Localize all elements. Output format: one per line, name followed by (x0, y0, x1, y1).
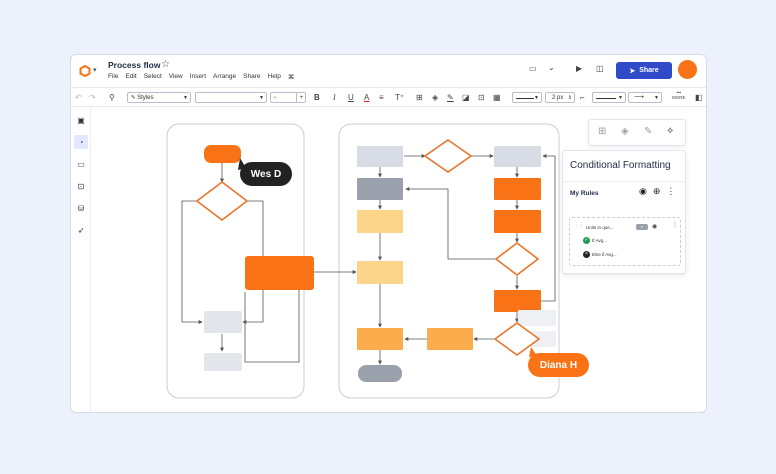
add-rule-icon[interactable]: ⊕ (653, 186, 661, 197)
eye-icon[interactable]: ◉ (652, 223, 657, 230)
close-icon: × (583, 251, 590, 258)
divider (563, 181, 685, 182)
connector[interactable] (540, 154, 556, 302)
collaborator-name: Diana H (539, 359, 578, 371)
magic-wand-icon[interactable]: ✧ (666, 126, 674, 137)
decision-diamond[interactable] (423, 139, 473, 173)
process-box[interactable] (494, 290, 541, 312)
rule-name: Units in que... (586, 225, 614, 230)
process-box[interactable] (357, 178, 403, 200)
rule-card[interactable]: ⋮⋮ Units in que... ▪▪ ◉ ⋮ ✓ If Avg... × … (569, 217, 681, 266)
shape-options-icon[interactable]: ⊞ (598, 126, 606, 137)
start-terminator[interactable] (204, 145, 241, 163)
fill-color-icon[interactable]: ◈ (621, 126, 629, 137)
collaborator-cursor-diana: Diana H (528, 353, 589, 377)
process-box[interactable] (204, 311, 242, 333)
process-box[interactable] (204, 353, 242, 371)
rule-condition: Else if Avg... (592, 252, 617, 257)
floating-toolbar: ⊞ ◈ ✎ ✧ (588, 119, 686, 146)
conditional-formatting-panel: Conditional Formatting My Rules ◉ ⊕ ⋮ ⋮⋮… (562, 150, 686, 274)
line-color-icon[interactable]: ✎ (644, 126, 652, 137)
process-box[interactable] (357, 328, 403, 350)
end-terminator[interactable] (358, 365, 402, 382)
process-box[interactable] (494, 210, 541, 233)
process-box[interactable] (427, 328, 473, 350)
more-vertical-icon[interactable]: ⋮ (672, 221, 678, 228)
rules-actions: ◉ ⊕ ⋮ (639, 186, 675, 197)
my-rules-label: My Rules (570, 190, 599, 197)
drag-handle-icon[interactable]: ⋮⋮ (574, 222, 584, 228)
panel-title: Conditional Formatting (570, 160, 671, 171)
process-box[interactable] (357, 210, 403, 233)
connector[interactable] (405, 187, 496, 260)
rule-badge: ▪▪ (636, 224, 648, 230)
process-box[interactable] (357, 261, 403, 284)
decision-diamond[interactable] (195, 180, 249, 222)
eye-icon[interactable]: ◉ (639, 186, 647, 197)
decision-diamond[interactable] (494, 241, 540, 277)
collaborator-name: Wes D (250, 168, 282, 180)
collaborator-cursor-wes: Wes D (240, 162, 292, 186)
rule-condition: If Avg... (592, 238, 607, 243)
process-box[interactable] (494, 146, 541, 167)
process-box-selected[interactable] (245, 256, 314, 290)
process-box-faded[interactable] (518, 310, 556, 326)
connector[interactable] (181, 200, 203, 324)
process-box[interactable] (357, 146, 403, 167)
check-icon: ✓ (583, 237, 590, 244)
more-vertical-icon[interactable]: ⋮ (666, 186, 675, 197)
process-box[interactable] (494, 178, 541, 200)
